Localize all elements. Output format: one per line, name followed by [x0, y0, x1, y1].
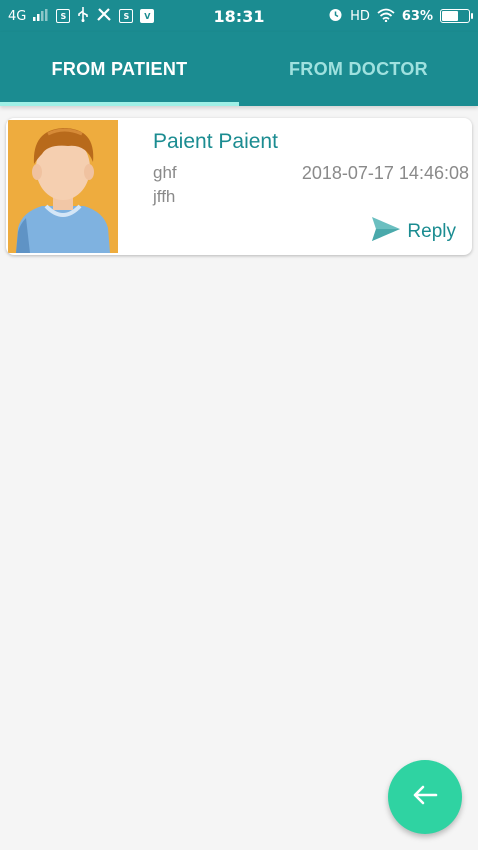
send-icon: [371, 216, 401, 248]
sim2-icon: S: [119, 9, 134, 23]
alarm-icon: [328, 7, 343, 25]
tools-icon: [96, 7, 112, 25]
battery-percent: 63%: [401, 8, 433, 24]
wifi-icon: [377, 8, 395, 25]
status-time: 18:31: [213, 6, 265, 26]
reply-button[interactable]: Reply: [371, 216, 456, 248]
tab-from-doctor[interactable]: FROM DOCTOR: [239, 32, 478, 106]
status-left-icons: 4G S S V: [8, 7, 155, 25]
message-timestamp: 2018-07-17 14:46:08: [301, 163, 469, 183]
network-label: 4G: [8, 8, 27, 24]
tab-bar: FROM PATIENT FROM DOCTOR: [0, 32, 478, 106]
sim-icon: S: [56, 9, 71, 23]
avatar: [8, 120, 118, 253]
sender-name: Paient Paient: [153, 130, 278, 153]
patient-avatar-icon: [16, 128, 110, 253]
signal-icon: [33, 8, 49, 24]
status-bar: 4G S S V 18:31 HD 63%: [0, 0, 478, 32]
tab-from-patient[interactable]: FROM PATIENT: [0, 32, 239, 106]
message-subject: ghf: [153, 163, 177, 182]
arrow-left-icon: [412, 784, 438, 810]
volte-icon: V: [140, 9, 155, 23]
status-right-icons: HD 63%: [328, 7, 473, 25]
back-fab-button[interactable]: [388, 760, 462, 834]
message-card[interactable]: Paient Paient ghf 2018-07-17 14:46:08 jf…: [6, 118, 472, 255]
hd-label: HD: [350, 8, 370, 24]
message-body: jffh: [153, 187, 176, 206]
battery-icon: [440, 9, 473, 23]
tab-indicator: [0, 102, 239, 106]
usb-icon: [77, 7, 89, 25]
reply-label: Reply: [407, 221, 456, 242]
